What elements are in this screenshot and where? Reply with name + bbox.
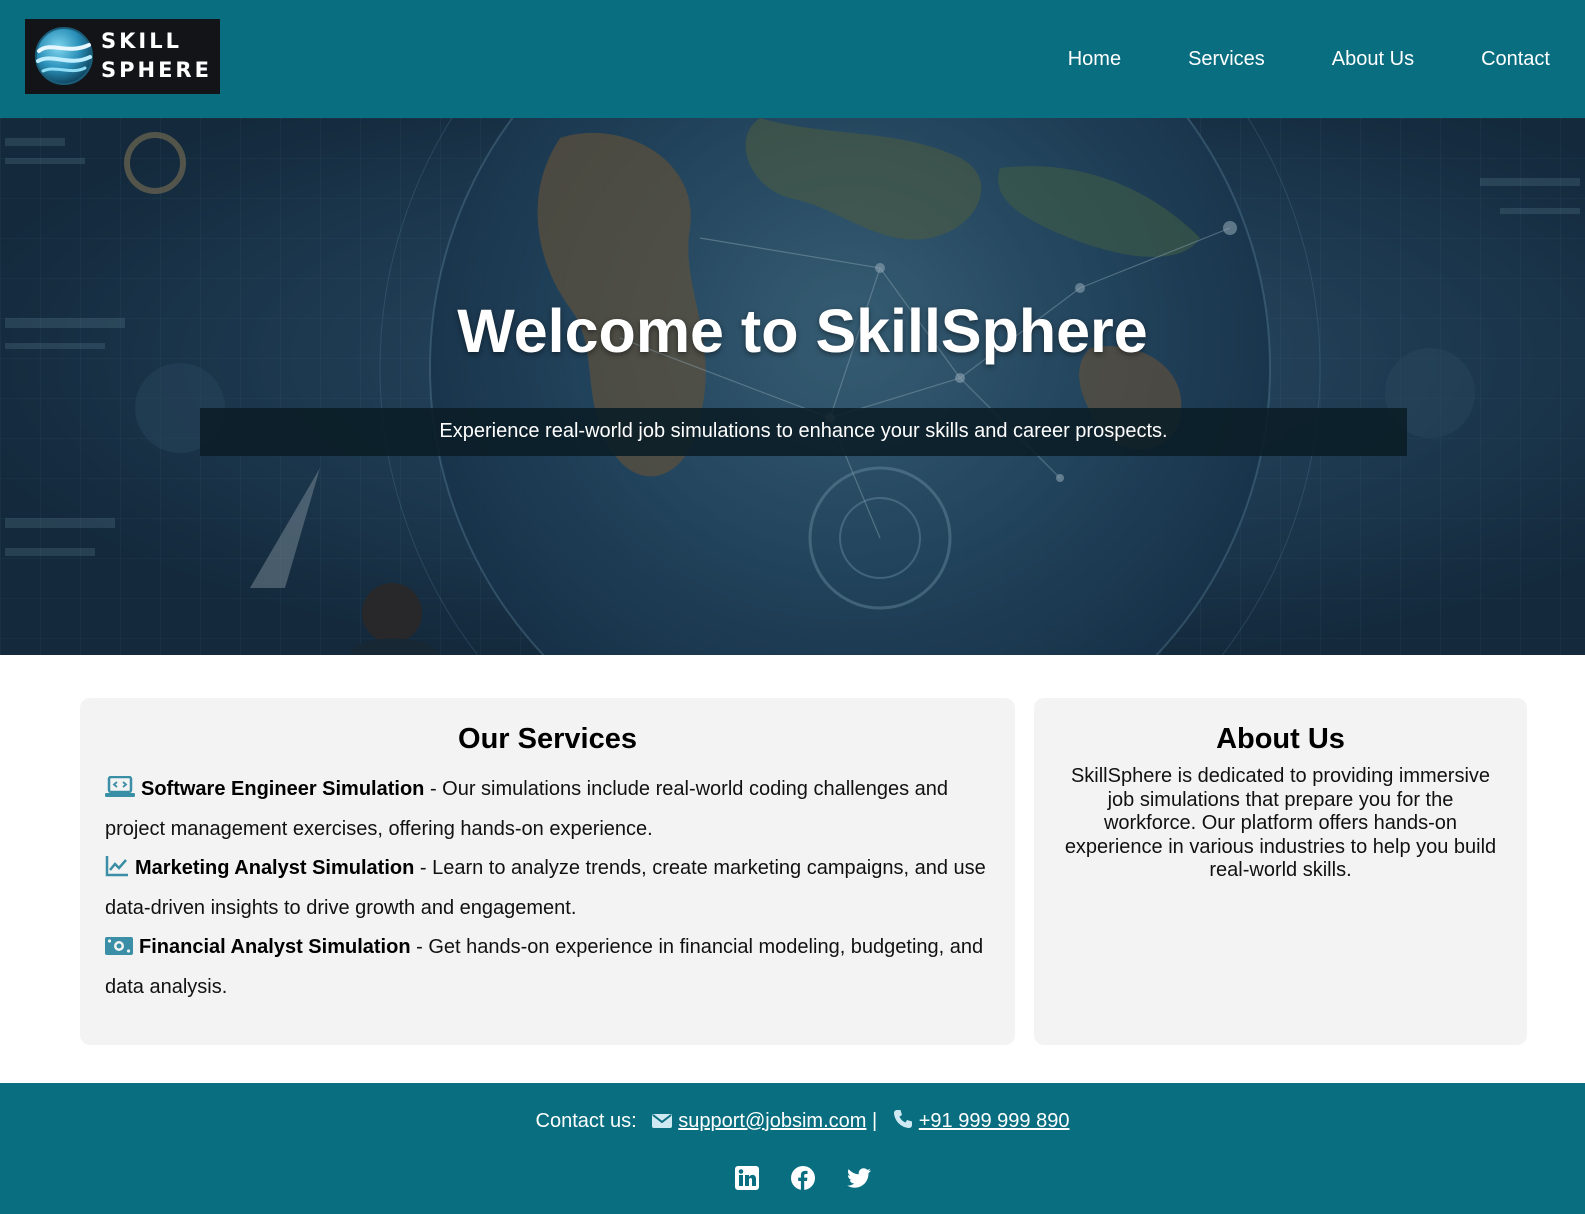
services-heading: Our Services	[458, 723, 637, 755]
service-item-software: Software Engineer Simulation - Our simul…	[105, 770, 990, 849]
hero-title: Welcome to SkillSphere	[457, 297, 1148, 365]
logo-text: SKILL SPHERE	[101, 27, 212, 85]
chart-line-icon	[105, 856, 128, 877]
linkedin-icon[interactable]	[734, 1165, 760, 1191]
about-heading: About Us	[1216, 723, 1345, 755]
contact-separator: |	[871, 1110, 878, 1132]
logo-line-2: SPHERE	[101, 58, 212, 82]
logo-line-1: SKILL	[101, 29, 182, 53]
hero-section: Welcome to SkillSphere Experience real-w…	[0, 118, 1585, 655]
site-footer: Contact us: support@jobsim.com | +91 999…	[0, 1083, 1585, 1214]
about-card: About Us SkillSphere is dedicated to pro…	[1034, 698, 1527, 1045]
phone-icon	[893, 1110, 912, 1128]
main-nav: Home Services About Us Contact	[1035, 0, 1585, 118]
facebook-icon[interactable]	[790, 1165, 816, 1191]
service-item-financial: Financial Analyst Simulation - Get hands…	[105, 928, 990, 1007]
social-links	[0, 1165, 1585, 1191]
hero-subtitle: Experience real-world job simulations to…	[200, 408, 1407, 456]
laptop-code-icon	[105, 776, 135, 797]
email-link[interactable]: support@jobsim.com	[678, 1110, 866, 1132]
services-card: Our Services Software Engineer Simulatio…	[80, 698, 1015, 1045]
hero-background-image	[0, 118, 1585, 655]
services-list: Software Engineer Simulation - Our simul…	[105, 770, 990, 1007]
nav-services-link[interactable]: Services	[1188, 48, 1265, 71]
service-title: Software Engineer Simulation	[141, 778, 425, 800]
twitter-icon[interactable]	[846, 1165, 872, 1191]
contact-line: Contact us: support@jobsim.com | +91 999…	[0, 1109, 1585, 1133]
service-title: Marketing Analyst Simulation	[135, 857, 415, 879]
sphere-logo-icon	[35, 27, 93, 85]
envelope-icon	[652, 1114, 673, 1128]
about-text: SkillSphere is dedicated to providing im…	[1064, 765, 1497, 881]
nav-contact-link[interactable]: Contact	[1481, 48, 1550, 71]
site-header: SKILL SPHERE Home Services About Us Cont…	[0, 0, 1585, 118]
service-item-marketing: Marketing Analyst Simulation - Learn to …	[105, 849, 990, 928]
contact-label: Contact us:	[535, 1110, 637, 1132]
nav-home-link[interactable]: Home	[1068, 48, 1121, 71]
nav-about-link[interactable]: About Us	[1332, 48, 1414, 71]
logo[interactable]: SKILL SPHERE	[25, 19, 220, 94]
money-bill-icon	[105, 937, 133, 955]
phone-link[interactable]: +91 999 999 890	[919, 1110, 1070, 1132]
service-title: Financial Analyst Simulation	[139, 936, 411, 958]
